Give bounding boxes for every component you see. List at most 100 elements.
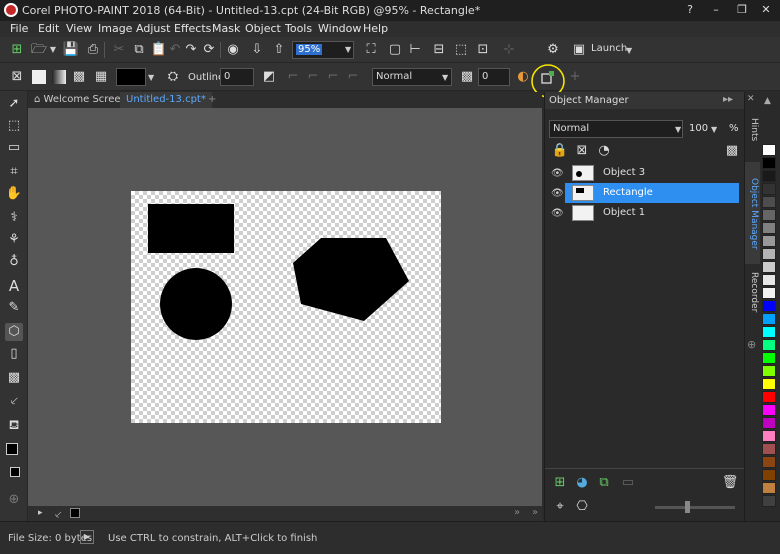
- pan-hand-tool-icon[interactable]: ✋: [5, 185, 23, 203]
- docker-options-icon[interactable]: ▩: [723, 142, 741, 160]
- delete-object-icon[interactable]: 🗑: [721, 474, 739, 492]
- image-canvas[interactable]: [131, 191, 441, 423]
- horizontal-scrollbar[interactable]: ▸ ⸔ » »: [28, 506, 542, 521]
- options-gear-icon[interactable]: ⚙: [544, 41, 562, 59]
- palette-swatch[interactable]: [762, 456, 776, 468]
- mask-transform-tool-icon[interactable]: ⬚: [5, 117, 23, 135]
- new-object-icon[interactable]: ⊞: [551, 474, 569, 492]
- palette-swatch[interactable]: [762, 469, 776, 481]
- export-icon[interactable]: ⇧: [270, 41, 288, 59]
- text-tool-icon[interactable]: A: [5, 277, 23, 295]
- menu-edit[interactable]: Edit: [38, 22, 59, 35]
- lock-icon[interactable]: 🔒: [551, 142, 569, 160]
- object-merge-mode-select[interactable]: Normal: [549, 120, 683, 138]
- help-icon[interactable]: ?: [680, 2, 700, 18]
- transform-icon[interactable]: ⎔: [573, 498, 591, 516]
- copy-icon[interactable]: ⧉: [130, 41, 148, 59]
- object-row[interactable]: Object 3: [565, 163, 739, 183]
- save-icon[interactable]: 💾: [62, 41, 80, 59]
- side-tab-hints[interactable]: Hints: [747, 118, 759, 141]
- bitmap-fill-icon[interactable]: ▩: [70, 68, 88, 86]
- polygon-tool-icon[interactable]: ⬡: [5, 323, 23, 341]
- import-icon[interactable]: ⇩: [248, 41, 266, 59]
- menu-mask[interactable]: Mask: [212, 22, 240, 35]
- palette-swatch[interactable]: [762, 326, 776, 338]
- palette-swatch[interactable]: [762, 482, 776, 494]
- status-expand-icon[interactable]: ▶: [80, 530, 94, 544]
- menu-object[interactable]: Object: [245, 22, 281, 35]
- thumbnail-size-slider[interactable]: [655, 506, 735, 509]
- eyedropper-tool-icon[interactable]: ⚕: [5, 209, 23, 227]
- transparency-icon[interactable]: ▩: [458, 68, 476, 86]
- rectangle-mask-tool-icon[interactable]: ▭: [5, 139, 23, 157]
- palette-swatch[interactable]: [762, 287, 776, 299]
- palette-swatch[interactable]: [762, 209, 776, 221]
- palette-swatch[interactable]: [762, 417, 776, 429]
- scroll-arrows-icon[interactable]: »: [532, 507, 538, 518]
- palette-swatch[interactable]: [762, 352, 776, 364]
- opacity-dropdown-icon[interactable]: ▼: [711, 125, 717, 134]
- visibility-eye-icon[interactable]: 👁: [551, 168, 564, 180]
- zoom-to-fit-icon[interactable]: ⛶: [362, 41, 380, 59]
- palette-scroll-up-icon[interactable]: ▲: [764, 96, 771, 106]
- open-dropdown-icon[interactable]: ▼: [44, 41, 62, 59]
- new-document-icon[interactable]: ⊞: [8, 41, 26, 59]
- palette-swatch[interactable]: [762, 339, 776, 351]
- refresh-icon[interactable]: ⟳: [200, 41, 218, 59]
- palette-swatch[interactable]: [762, 248, 776, 260]
- object-row[interactable]: Object 1: [565, 203, 739, 223]
- new-from-mask-icon[interactable]: ⧉: [595, 474, 613, 492]
- launch-app-icon[interactable]: ▣: [570, 41, 588, 59]
- position-icon[interactable]: ⌖: [551, 498, 569, 516]
- cut-icon[interactable]: ✂: [110, 41, 128, 59]
- paper-color-swatch[interactable]: [10, 467, 20, 477]
- redo-icon[interactable]: ↷: [182, 41, 200, 59]
- launch-label[interactable]: Launch: [591, 43, 627, 54]
- eyedropper-icon[interactable]: ⸔: [54, 507, 62, 522]
- redeye-tool-icon[interactable]: ⚘: [5, 231, 23, 249]
- zoom-dropdown-icon[interactable]: ▼: [345, 45, 351, 54]
- palette-swatch[interactable]: [762, 196, 776, 208]
- docker-collapse-icon[interactable]: ▸▸: [723, 94, 733, 105]
- paint-tool-icon[interactable]: ✎: [5, 299, 23, 317]
- merge-mode-dropdown-icon[interactable]: ▼: [442, 73, 448, 82]
- outline-width-field[interactable]: 0: [220, 68, 254, 86]
- add-icon[interactable]: +: [566, 68, 584, 86]
- texture-fill-icon[interactable]: ▦: [92, 68, 110, 86]
- palette-swatch[interactable]: [762, 404, 776, 416]
- pick-tool-icon[interactable]: ➚: [5, 95, 23, 113]
- object-row-selected[interactable]: Rectangle: [565, 183, 739, 203]
- interactive-fill-icon[interactable]: ⛾: [5, 417, 23, 435]
- menu-file[interactable]: File: [10, 22, 28, 35]
- close-button[interactable]: ✕: [756, 2, 776, 18]
- render-object-icon[interactable]: [539, 68, 557, 86]
- show-grid-icon[interactable]: ⊟: [430, 41, 448, 59]
- menu-view[interactable]: View: [66, 22, 92, 35]
- restore-button[interactable]: ❐: [732, 2, 752, 18]
- palette-swatch[interactable]: [762, 274, 776, 286]
- circle-object[interactable]: [160, 268, 232, 340]
- palette-swatch[interactable]: [762, 300, 776, 312]
- side-tab-recorder[interactable]: Recorder: [747, 272, 759, 312]
- foreground-color-swatch[interactable]: [6, 443, 18, 455]
- lock-transparency-icon[interactable]: ⊠: [573, 142, 591, 160]
- fill-color-dropdown-icon[interactable]: ▼: [148, 73, 154, 82]
- palette-swatch[interactable]: [762, 183, 776, 195]
- fill-tool-icon[interactable]: ▩: [5, 369, 23, 387]
- launch-dropdown-icon[interactable]: ▼: [626, 46, 632, 55]
- tab-welcome-screen[interactable]: ⌂ Welcome Screen: [28, 92, 133, 108]
- menu-adjust[interactable]: Adjust: [136, 22, 170, 35]
- thumbnail-size-handle[interactable]: [685, 501, 690, 513]
- no-fill-icon[interactable]: ⊠: [8, 68, 26, 86]
- menu-help[interactable]: Help: [363, 22, 388, 35]
- palette-swatch[interactable]: [762, 157, 776, 169]
- new-lens-icon[interactable]: ◕: [573, 474, 591, 492]
- page-nav-icon[interactable]: ▸: [38, 508, 43, 518]
- palette-swatch[interactable]: [762, 261, 776, 273]
- palette-swatch[interactable]: [762, 235, 776, 247]
- menu-tools[interactable]: Tools: [285, 22, 312, 35]
- corel-connect-icon[interactable]: ◉: [224, 41, 242, 59]
- palette-swatch[interactable]: [762, 430, 776, 442]
- scroll-arrows-icon[interactable]: »: [514, 507, 520, 518]
- rectangle-object[interactable]: [148, 204, 234, 253]
